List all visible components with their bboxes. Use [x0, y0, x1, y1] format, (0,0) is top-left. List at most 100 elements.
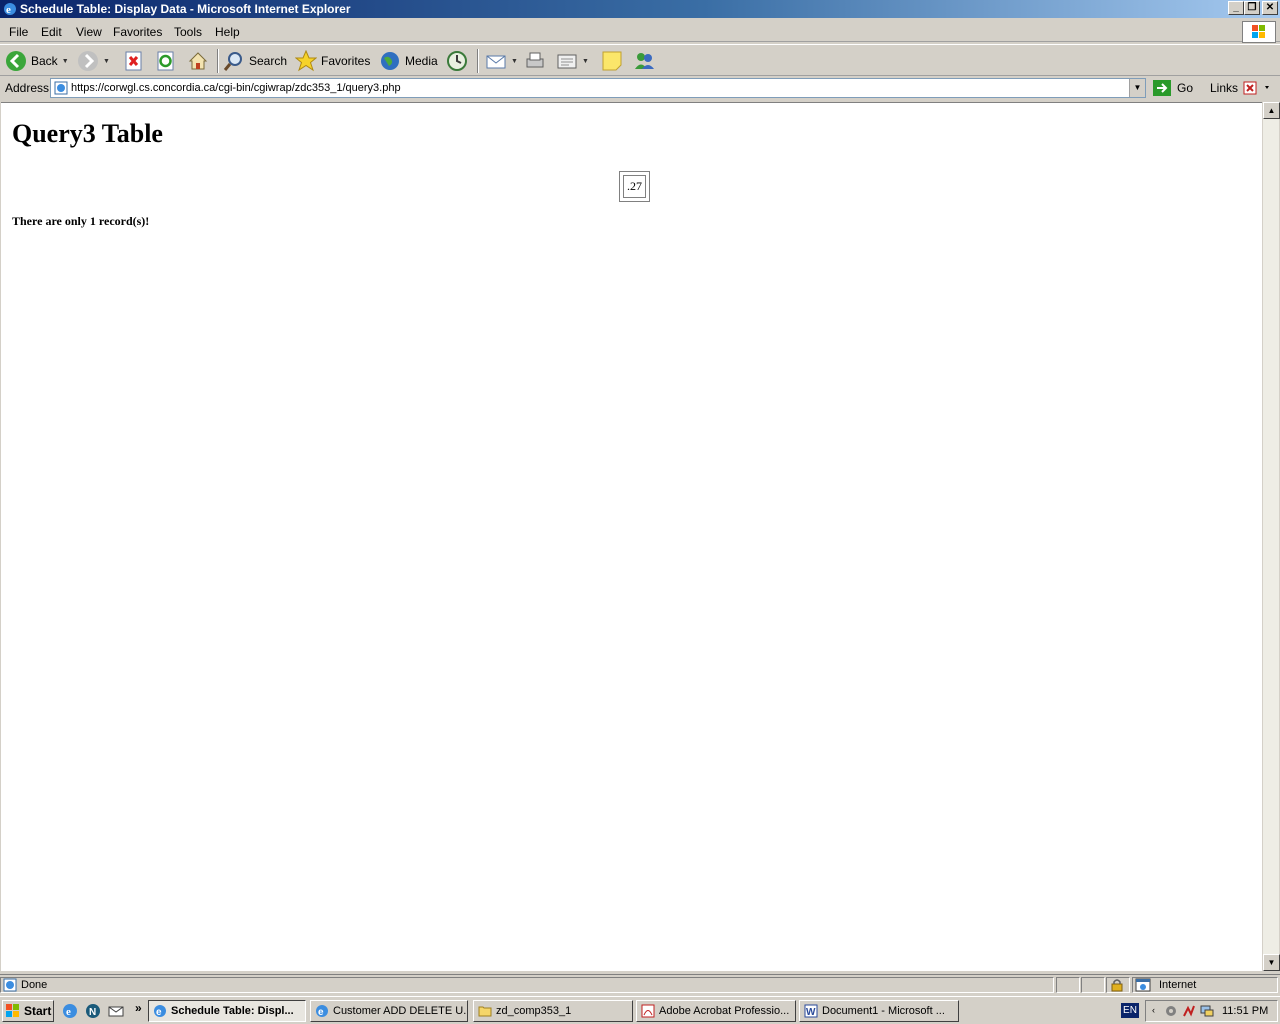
task-button[interactable]: e Customer ADD DELETE U... — [310, 1000, 468, 1022]
search-button[interactable]: Search — [223, 48, 287, 74]
scroll-up-icon[interactable]: ▲ — [1263, 102, 1280, 119]
task-button[interactable]: e Schedule Table: Displ... — [148, 1000, 306, 1022]
table-row: .27 — [623, 175, 646, 198]
task-label: Customer ADD DELETE U... — [333, 1005, 468, 1017]
scroll-down-icon[interactable]: ▼ — [1263, 954, 1280, 971]
toolbar-separator — [477, 49, 479, 73]
forward-arrow-icon — [78, 51, 98, 71]
task-button[interactable]: zd_comp353_1 — [473, 1000, 633, 1022]
vertical-scrollbar[interactable]: ▲ ▼ — [1262, 102, 1280, 971]
quicklaunch-more-button[interactable]: » — [135, 1001, 142, 1015]
history-button[interactable] — [446, 48, 468, 74]
mail-quicklaunch-icon[interactable] — [108, 1003, 124, 1019]
refresh-button[interactable] — [155, 48, 177, 74]
printer-icon — [526, 52, 544, 68]
media-label: Media — [405, 54, 438, 68]
svg-text:N: N — [89, 1007, 96, 1018]
refresh-icon — [157, 51, 174, 71]
menu-view[interactable]: View — [76, 25, 102, 39]
network-icon[interactable] — [1200, 1004, 1214, 1018]
start-button[interactable]: Start — [2, 1000, 54, 1022]
home-icon — [188, 52, 208, 70]
status-panel — [1056, 977, 1080, 993]
menu-file[interactable]: File — [9, 25, 28, 39]
restore-button[interactable]: ❐ — [1244, 1, 1260, 15]
address-label: Address — [5, 81, 50, 95]
links-button[interactable]: Links — [1210, 81, 1238, 95]
minimize-button[interactable]: _ — [1228, 1, 1244, 15]
internet-zone-icon — [1135, 978, 1151, 992]
address-url: https://corwgl.cs.concordia.ca/cgi-bin/c… — [71, 82, 401, 94]
back-label: Back — [31, 54, 58, 68]
forward-button[interactable]: ▼ — [77, 48, 110, 74]
acrobat-icon — [641, 1004, 655, 1018]
status-bar: Done Internet — [0, 974, 1280, 994]
address-input[interactable]: https://corwgl.cs.concordia.ca/cgi-bin/c… — [50, 78, 1146, 98]
messenger-icon — [635, 53, 654, 69]
svg-text:e: e — [156, 1007, 162, 1018]
ie-icon: e — [154, 1005, 166, 1018]
task-button[interactable]: W Document1 - Microsoft ... — [799, 1000, 959, 1022]
close-button[interactable]: ✕ — [1262, 1, 1278, 15]
favorites-button[interactable]: Favorites — [295, 48, 370, 74]
security-lock-icon[interactable] — [1106, 977, 1130, 993]
back-button[interactable]: Back ▼ — [5, 48, 69, 74]
task-label: Adobe Acrobat Professio... — [659, 1005, 790, 1017]
zone-panel: Internet — [1132, 977, 1278, 993]
edit-dropdown-icon[interactable]: ▼ — [582, 58, 589, 65]
menu-edit[interactable]: Edit — [41, 25, 62, 39]
stop-button[interactable] — [123, 48, 145, 74]
address-dropdown-icon[interactable]: ▼ — [1129, 79, 1145, 97]
menu-bar: File Edit View Favorites Tools Help — [0, 20, 1280, 42]
history-icon — [447, 51, 467, 71]
go-button[interactable]: Go — [1153, 80, 1193, 96]
zone-label: Internet — [1159, 979, 1197, 991]
standard-toolbar: Back ▼ ▼ Search Favorites Media ▼ ▼ — [0, 44, 1280, 76]
mail-button[interactable]: ▼ — [485, 48, 518, 74]
tray-expand-icon[interactable]: ‹ — [1152, 1005, 1155, 1015]
messenger-button[interactable] — [633, 48, 655, 74]
edit-document-icon — [557, 54, 577, 69]
status-panel — [1081, 977, 1105, 993]
table-cell: .27 — [623, 175, 646, 198]
menu-favorites[interactable]: Favorites — [113, 25, 162, 39]
title-bar[interactable]: e Schedule Table: Display Data - Microso… — [0, 0, 1280, 18]
page-done-icon — [3, 978, 17, 992]
favorites-label: Favorites — [321, 54, 371, 68]
go-label: Go — [1177, 81, 1194, 95]
start-label: Start — [24, 1004, 52, 1018]
menu-help[interactable]: Help — [215, 25, 240, 39]
record-count-message: There are only 1 record(s)! — [12, 214, 150, 228]
system-tray: ‹ 11:51 PM — [1145, 1000, 1278, 1022]
task-button[interactable]: Adobe Acrobat Professio... — [636, 1000, 796, 1022]
language-indicator[interactable]: EN — [1121, 1003, 1139, 1018]
media-button[interactable]: Media — [379, 48, 438, 74]
links-toolbar-icon[interactable] — [1243, 80, 1273, 96]
edit-button[interactable]: ▼ — [556, 48, 589, 74]
volume-icon[interactable] — [1164, 1004, 1178, 1018]
taskbar: Start e N » e Schedule Table: Displ... e… — [0, 996, 1280, 1024]
page-icon — [54, 81, 68, 95]
search-icon — [223, 52, 242, 71]
star-icon — [295, 50, 317, 72]
home-button[interactable] — [187, 48, 209, 74]
svg-text:e: e — [66, 1006, 71, 1018]
word-icon: W — [804, 1004, 818, 1018]
netscape-quicklaunch-icon[interactable]: N — [85, 1003, 101, 1019]
ie-icon: e — [4, 3, 16, 16]
task-label: zd_comp353_1 — [496, 1005, 572, 1017]
forward-dropdown-icon[interactable]: ▼ — [103, 58, 110, 65]
mail-dropdown-icon[interactable]: ▼ — [511, 58, 518, 65]
discuss-button[interactable] — [601, 48, 623, 74]
address-bar: Address https://corwgl.cs.concordia.ca/c… — [0, 77, 1280, 99]
status-text: Done — [21, 979, 48, 991]
back-dropdown-icon[interactable]: ▼ — [62, 58, 69, 65]
menu-tools[interactable]: Tools — [174, 25, 202, 39]
search-label: Search — [249, 54, 288, 68]
clock[interactable]: 11:51 PM — [1222, 1005, 1268, 1017]
folder-icon — [478, 1006, 492, 1017]
ie-quicklaunch-icon[interactable]: e — [62, 1003, 78, 1019]
toolbar-separator — [217, 49, 219, 73]
print-button[interactable] — [524, 48, 546, 74]
acrobat-tray-icon[interactable] — [1182, 1004, 1196, 1018]
